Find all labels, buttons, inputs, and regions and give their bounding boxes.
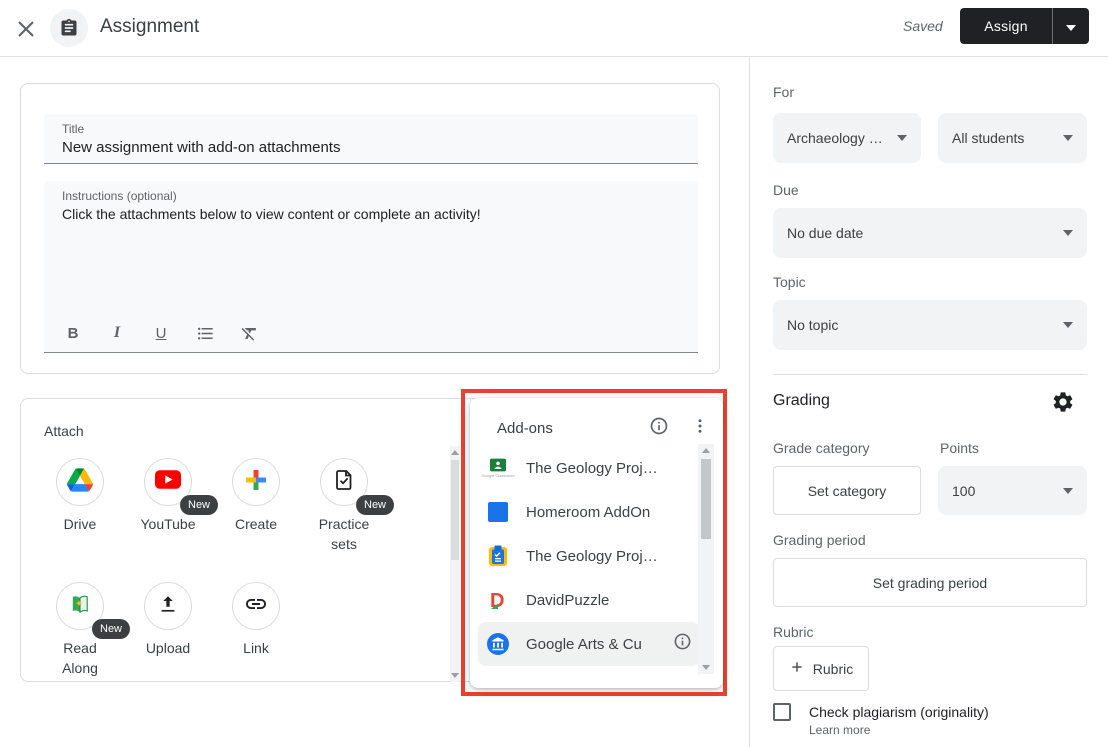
museum-icon [486, 633, 510, 655]
info-icon[interactable] [649, 416, 669, 441]
class-dropdown[interactable]: Archaeology … [773, 113, 921, 163]
attach-label-upload: Upload [146, 638, 190, 658]
page-title: Assignment [100, 16, 199, 38]
grade-category-label: Grade category [773, 440, 870, 456]
chevron-down-icon [1066, 19, 1076, 34]
addon-item-homeroom[interactable]: Homeroom AddOn [478, 490, 700, 534]
bold-button[interactable]: B [62, 322, 84, 344]
clear-formatting-icon[interactable] [238, 322, 260, 344]
attach-option-link[interactable]: Link [216, 582, 296, 658]
assignment-details-card: Title New assignment with add-on attachm… [20, 83, 720, 374]
attach-option-drive[interactable]: Drive [40, 458, 120, 534]
more-vert-icon[interactable] [691, 417, 709, 440]
italic-button[interactable]: I [106, 322, 128, 344]
topic-label: Topic [773, 274, 806, 290]
scroll-down-icon[interactable] [702, 665, 710, 670]
attach-label-drive: Drive [64, 514, 97, 534]
link-icon [244, 592, 268, 621]
attach-scrollbar[interactable] [450, 446, 460, 682]
plagiarism-label: Check plagiarism (originality) [809, 704, 989, 720]
attach-label-practice-sets: Practice sets [304, 514, 384, 554]
assignment-icon [50, 9, 88, 47]
title-label: Title [62, 122, 680, 136]
for-label: For [773, 84, 794, 100]
addon-item-geology-2[interactable]: The Geology Proj… [478, 534, 700, 578]
youtube-icon [155, 470, 181, 494]
saved-status: Saved [903, 18, 943, 34]
topic-dropdown[interactable]: No topic [773, 300, 1087, 350]
gear-icon[interactable] [1051, 390, 1075, 419]
assign-dropdown-button[interactable] [1052, 8, 1089, 44]
topbar: Assignment Saved Assign [0, 0, 1108, 57]
new-badge-practice-sets: New [356, 495, 394, 515]
grading-divider [773, 374, 1087, 375]
due-label: Due [773, 182, 799, 198]
title-value: New assignment with add-on attachments [62, 139, 680, 156]
chevron-down-icon [1063, 322, 1073, 328]
classroom-caption: Google Classroom [481, 473, 514, 478]
attach-heading: Attach [44, 423, 84, 439]
add-rubric-button[interactable]: Rubric [773, 646, 869, 691]
attach-option-upload[interactable]: Upload [128, 582, 208, 658]
addons-list: Google Classroom The Geology Proj… Homer… [478, 446, 700, 666]
plagiarism-checkbox[interactable] [773, 703, 791, 721]
attach-label-link: Link [243, 638, 269, 658]
addon-item-geology-1[interactable]: Google Classroom The Geology Proj… [478, 446, 700, 490]
students-dropdown[interactable]: All students [938, 113, 1087, 163]
addons-title: Add-ons [497, 420, 553, 437]
format-toolbar: B I U [62, 322, 260, 344]
assign-button[interactable]: Assign [960, 8, 1052, 44]
upload-icon [157, 593, 179, 620]
blue-square-icon [486, 502, 510, 522]
addons-scrollbar[interactable] [698, 444, 714, 674]
grading-heading: Grading [773, 392, 830, 410]
attach-option-create[interactable]: Create [216, 458, 296, 534]
sidebar-divider [749, 57, 750, 747]
chevron-down-icon [897, 135, 907, 141]
attach-label-youtube: YouTube [140, 514, 195, 534]
chevron-down-icon [1063, 230, 1073, 236]
attach-label-read-along: Read Along [50, 638, 110, 678]
close-icon[interactable] [12, 15, 40, 43]
attach-label-create: Create [235, 514, 277, 534]
practice-sets-icon [332, 468, 356, 497]
clipboard-yellow-icon [486, 545, 510, 567]
chevron-down-icon [1063, 135, 1073, 141]
info-icon[interactable] [673, 632, 692, 656]
bulleted-list-icon[interactable] [194, 322, 216, 344]
points-dropdown[interactable]: 100 [938, 466, 1087, 515]
instructions-label: Instructions (optional) [62, 189, 680, 203]
plus-icon [789, 659, 805, 678]
create-plus-icon [244, 468, 268, 497]
addon-item-davidpuzzle[interactable]: D DavidPuzzle [478, 578, 700, 622]
points-label: Points [940, 440, 979, 456]
scroll-down-icon[interactable] [451, 673, 459, 678]
due-date-dropdown[interactable]: No due date [773, 208, 1087, 258]
new-badge-youtube: New [180, 495, 218, 515]
drive-icon [67, 468, 93, 497]
chevron-down-icon [1063, 488, 1073, 494]
scroll-up-icon[interactable] [702, 448, 710, 453]
instructions-value: Click the attachments below to view cont… [62, 206, 680, 222]
addons-popup: Add-ons Google Classroom The Geology Pro… [470, 398, 723, 688]
letter-d-icon: D [486, 589, 510, 611]
underline-button[interactable]: U [150, 322, 172, 344]
scroll-thumb[interactable] [451, 460, 459, 560]
instructions-input[interactable]: Instructions (optional) Click the attach… [44, 181, 698, 353]
assignment-editor: Assignment Saved Assign Title New assign… [0, 0, 1108, 747]
classroom-green-icon: Google Classroom [486, 458, 510, 478]
grading-period-label: Grading period [773, 532, 866, 548]
set-grading-period-button[interactable]: Set grading period [773, 558, 1087, 607]
rubric-label: Rubric [773, 624, 813, 640]
set-category-button[interactable]: Set category [773, 466, 921, 515]
scroll-thumb[interactable] [701, 459, 711, 539]
title-input[interactable]: Title New assignment with add-on attachm… [44, 114, 698, 164]
learn-more-link[interactable]: Learn more [809, 723, 870, 737]
read-along-icon [68, 592, 92, 621]
scroll-up-icon[interactable] [451, 450, 459, 455]
addon-item-arts-culture[interactable]: Google Arts & Cu [478, 622, 700, 666]
assign-split-button: Assign [960, 8, 1089, 44]
new-badge-read-along: New [92, 619, 130, 639]
